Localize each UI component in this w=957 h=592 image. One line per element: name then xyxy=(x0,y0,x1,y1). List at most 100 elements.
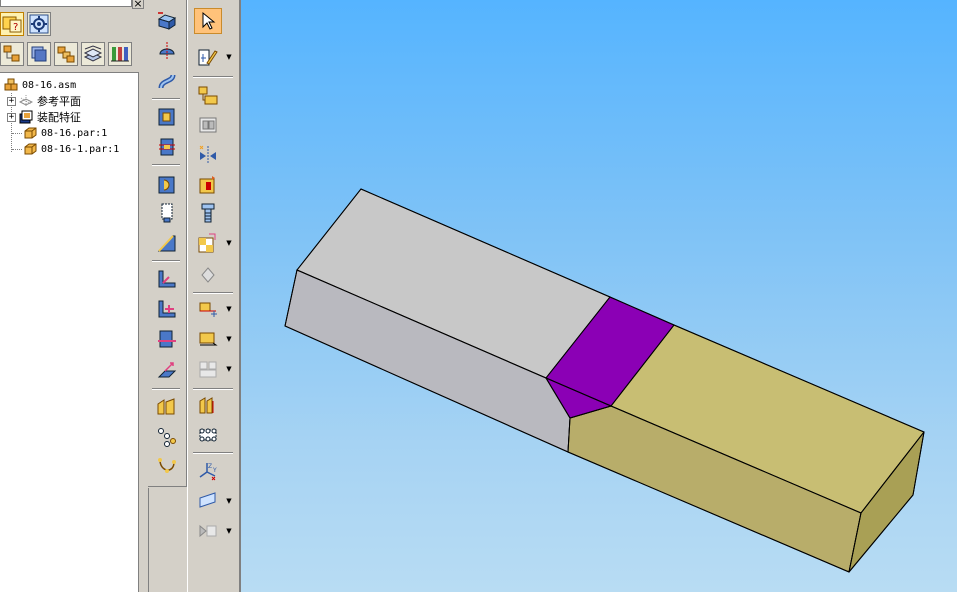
assemble-icon xyxy=(198,233,216,253)
pattern-part-icon xyxy=(199,428,217,442)
reference-plane-icon xyxy=(19,95,33,107)
thin-wall-icon xyxy=(157,398,175,415)
select-tool-button[interactable] xyxy=(194,8,222,34)
pattern-part-button[interactable] xyxy=(194,422,222,448)
graphics-viewport[interactable] xyxy=(241,0,957,592)
toolbar-separator xyxy=(193,388,233,390)
rib-icon xyxy=(158,270,176,288)
motion-icon xyxy=(199,332,218,346)
tree-expand-toggle[interactable]: + xyxy=(7,112,16,122)
thread-icon xyxy=(161,203,173,223)
curve-button[interactable] xyxy=(153,452,181,478)
pane-title-strip: × xyxy=(0,0,147,9)
sketch-button[interactable] xyxy=(194,44,222,70)
extrude-cutout-button[interactable] xyxy=(153,104,181,130)
coordinate-system-button[interactable]: Z Y xyxy=(194,458,222,484)
toolbar-separator xyxy=(152,388,180,390)
parts-library-icon xyxy=(31,46,47,62)
assembly-icon xyxy=(4,78,18,91)
view-button[interactable] xyxy=(194,518,222,544)
hole-button[interactable] xyxy=(153,172,181,198)
chamfer-button[interactable] xyxy=(153,230,181,256)
sweep-protrusion-button[interactable] xyxy=(153,68,181,94)
revolve-cutout-button[interactable] xyxy=(153,134,181,160)
web-network-button[interactable] xyxy=(153,296,181,322)
pane-tab-row-1: ? xyxy=(0,12,51,42)
tree-item-assembly-features[interactable]: + 装配特征 xyxy=(7,109,81,125)
plane-button[interactable] xyxy=(194,488,222,514)
pane-horizontal-scrollbar[interactable] xyxy=(0,0,132,7)
tab-parts-library[interactable] xyxy=(27,42,51,66)
motion-button[interactable] xyxy=(194,326,222,352)
features-toolbar-lower-area xyxy=(148,488,187,592)
tab-feature-library[interactable] xyxy=(108,42,132,66)
tab-assembly-structure[interactable] xyxy=(54,42,78,66)
tree-expand-toggle[interactable]: + xyxy=(7,96,16,106)
chamfer-icon xyxy=(157,235,176,252)
revolve-protrusion-button[interactable] xyxy=(153,38,181,64)
split-button[interactable] xyxy=(153,326,181,352)
fastener-icon xyxy=(201,203,215,223)
tree-item-reference-planes[interactable]: + 参考平面 xyxy=(7,93,81,109)
extrude-protrusion-button[interactable] xyxy=(153,8,181,34)
pattern-button[interactable] xyxy=(153,424,181,450)
toolbar-separator xyxy=(193,76,233,78)
mirror-icon xyxy=(199,145,216,164)
tree-item-assembly[interactable]: 08-16.asm xyxy=(4,77,76,93)
gear-icon xyxy=(29,14,49,34)
explode-icon xyxy=(199,176,215,194)
draft-button[interactable] xyxy=(153,356,181,382)
rib-button[interactable] xyxy=(153,266,181,292)
help-icon: ? xyxy=(2,16,22,33)
extrude-cutout-icon xyxy=(158,108,175,126)
relationship-button[interactable] xyxy=(194,262,222,288)
thread-button[interactable] xyxy=(153,200,181,226)
assembly-model xyxy=(284,188,925,573)
sketch-dropdown-arrow[interactable]: ▼ xyxy=(225,53,233,61)
plane-dropdown-arrow[interactable]: ▼ xyxy=(225,497,233,505)
assembly-tree: 08-16.asm + 参考平面 + 装配特征 08-16.par:1 08-1… xyxy=(0,72,139,592)
sweep-protrusion-icon xyxy=(158,74,176,89)
part-icon xyxy=(24,143,37,155)
hole-icon xyxy=(158,176,175,194)
move-part-dropdown-arrow[interactable]: ▼ xyxy=(225,305,233,313)
extrude-protrusion-icon xyxy=(157,12,177,30)
thin-wall-button[interactable] xyxy=(153,394,181,420)
sketch-icon xyxy=(198,49,218,66)
assemble-dropdown-arrow[interactable]: ▼ xyxy=(225,239,233,247)
tab-settings[interactable] xyxy=(27,12,51,36)
pane-tab-row-2 xyxy=(0,42,132,72)
view-dropdown-arrow[interactable]: ▼ xyxy=(225,527,233,535)
replace-part-button[interactable] xyxy=(194,112,222,138)
group-icon xyxy=(199,397,214,414)
group-button[interactable] xyxy=(194,392,222,418)
tree-item-part-2[interactable]: 08-16-1.par:1 xyxy=(23,141,119,157)
pane-close-button[interactable]: × xyxy=(132,0,144,9)
tree-item-part-1[interactable]: 08-16.par:1 xyxy=(23,125,107,141)
assemble-button[interactable] xyxy=(194,230,222,256)
reposition-dropdown-arrow[interactable]: ▼ xyxy=(225,365,233,373)
toolbar-separator xyxy=(193,292,233,294)
explode-button[interactable] xyxy=(194,172,222,198)
tab-pathfinder[interactable] xyxy=(0,42,24,66)
assembly-toolbar: ▼ ▼ ▼ ▼ ▼ Z Y ▼ ▼ xyxy=(187,0,241,592)
mirror-button[interactable] xyxy=(194,142,222,168)
move-part-button[interactable] xyxy=(194,296,222,322)
svg-text:Y: Y xyxy=(212,467,217,474)
assembly-model-view xyxy=(284,188,925,573)
fastener-button[interactable] xyxy=(194,200,222,226)
features-toolbar xyxy=(147,0,187,592)
tree-item-label: 08-16-1.par:1 xyxy=(41,143,120,155)
coordinate-system-icon: Z Y xyxy=(199,463,217,481)
select-tool-icon xyxy=(202,11,216,30)
motion-dropdown-arrow[interactable]: ▼ xyxy=(225,335,233,343)
assembly-feature-icon xyxy=(19,110,33,124)
curve-icon xyxy=(158,458,176,473)
tab-layers[interactable] xyxy=(81,42,105,66)
place-part-button[interactable] xyxy=(194,82,222,108)
draft-icon xyxy=(157,362,177,378)
tree-item-label: 装配特征 xyxy=(37,111,81,124)
reposition-button[interactable] xyxy=(194,356,222,382)
stacked-parts-icon xyxy=(57,46,75,63)
tab-help[interactable]: ? xyxy=(0,12,24,36)
